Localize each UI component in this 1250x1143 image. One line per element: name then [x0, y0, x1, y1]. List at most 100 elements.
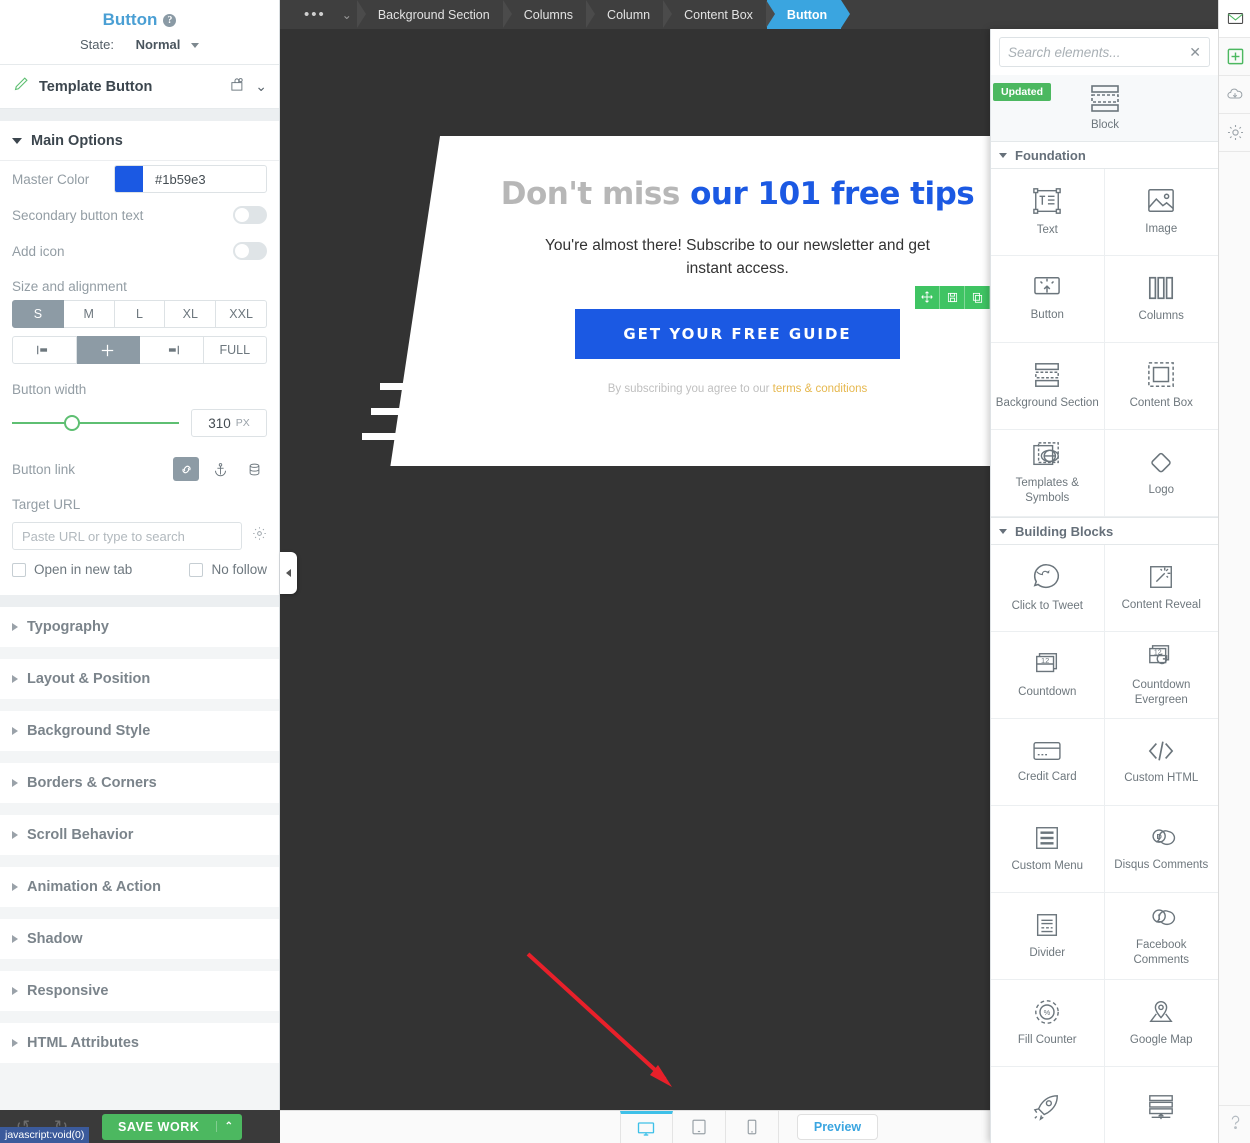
element-tile-content-box[interactable]: Content Box	[1104, 343, 1218, 430]
size-option-m[interactable]: M	[63, 300, 115, 328]
link-icon[interactable]	[173, 457, 199, 481]
size-option-xxl[interactable]: XXL	[216, 300, 267, 328]
element-tile-credit-card[interactable]: Credit Card	[991, 719, 1105, 806]
element-tile-facebook-comments[interactable]: f Facebook Comments	[1104, 893, 1218, 980]
template-button-row[interactable]: Template Button ⌄	[0, 65, 279, 109]
size-option-s[interactable]: S	[12, 300, 64, 328]
terms-link[interactable]: terms & conditions	[773, 383, 868, 395]
element-tile-background-section[interactable]: Background Section	[991, 343, 1105, 430]
help-icon[interactable]: ?	[163, 13, 177, 27]
move-icon[interactable]	[915, 285, 940, 309]
group-header-building-blocks[interactable]: Building Blocks	[991, 517, 1218, 545]
align-full-button[interactable]: FULL	[203, 336, 267, 364]
slider-handle[interactable]	[64, 415, 80, 431]
chevron-down-icon[interactable]: ⌄	[255, 78, 267, 95]
element-tile-templates-symbols[interactable]: Templates & Symbols	[991, 430, 1105, 517]
breadcrumb-item-columns[interactable]: Columns	[502, 0, 587, 29]
gear-icon[interactable]	[252, 526, 267, 546]
open-new-tab-checkbox[interactable]: Open in new tab	[12, 562, 132, 577]
size-option-l[interactable]: L	[114, 300, 166, 328]
search-input[interactable]	[1008, 44, 1190, 60]
element-tile-divider[interactable]: Divider	[991, 893, 1105, 980]
element-tile-disqus-comments[interactable]: D Disqus Comments	[1104, 806, 1218, 893]
tablet-icon[interactable]	[673, 1110, 726, 1143]
element-tile-countdown[interactable]: 12 Countdown	[991, 632, 1105, 719]
breadcrumb-chevron-down-icon[interactable]: ⌄	[336, 8, 358, 22]
mobile-icon[interactable]	[726, 1110, 779, 1143]
state-value[interactable]: Normal	[136, 37, 181, 52]
anchor-icon[interactable]	[207, 457, 233, 481]
mail-icon[interactable]	[1219, 0, 1250, 38]
plus-icon[interactable]	[1219, 38, 1250, 76]
element-tile-label: Countdown	[1018, 686, 1077, 699]
button-width-value: 310	[208, 415, 231, 431]
element-tile-logo[interactable]: Logo	[1104, 430, 1218, 517]
chevron-down-icon[interactable]	[191, 43, 199, 49]
section-responsive[interactable]: Responsive	[0, 971, 279, 1011]
secondary-button-text-toggle[interactable]	[233, 206, 267, 224]
fineprint: By subscribing you agree to our terms & …	[460, 383, 1015, 395]
element-tile-columns[interactable]: Columns	[1104, 256, 1218, 343]
color-swatch[interactable]	[115, 166, 143, 192]
save-work-button[interactable]: SAVE WORK ⌃	[102, 1113, 242, 1140]
target-url-input[interactable]	[12, 522, 242, 550]
breadcrumb-item-button[interactable]: Button	[765, 0, 851, 29]
element-tile-countdown-evergreen[interactable]: 12 Countdown Evergreen	[1104, 632, 1218, 719]
breadcrumb-item-content-box[interactable]: Content Box	[663, 0, 767, 29]
align-right-button[interactable]	[140, 336, 204, 364]
section-html-attributes[interactable]: HTML Attributes	[0, 1023, 279, 1063]
element-tile-label: Custom HTML	[1124, 772, 1199, 785]
facebook-comments-icon: f	[1146, 905, 1176, 931]
database-icon[interactable]	[241, 457, 267, 481]
section-layout-position[interactable]: Layout & Position	[0, 659, 279, 699]
desktop-icon[interactable]	[619, 1110, 673, 1143]
master-color-field[interactable]: #1b59e3	[114, 165, 267, 193]
element-tile-content-reveal[interactable]: Content Reveal	[1104, 545, 1218, 632]
size-alignment-label: Size and alignment	[12, 279, 127, 294]
cta-button[interactable]: GET YOUR FREE GUIDE	[575, 308, 900, 359]
add-icon-toggle[interactable]	[233, 242, 267, 260]
chevron-up-icon[interactable]: ⌃	[215, 1121, 242, 1132]
cloud-download-icon[interactable]	[1219, 76, 1250, 114]
element-tile-google-map[interactable]: Google Map	[1104, 980, 1218, 1067]
section-shadow[interactable]: Shadow	[0, 919, 279, 959]
element-tile-block[interactable]: Block	[1049, 83, 1161, 131]
element-tile-button[interactable]: Button	[991, 256, 1105, 343]
section-background-style[interactable]: Background Style	[0, 711, 279, 751]
breadcrumb-item-column[interactable]: Column	[586, 0, 664, 29]
help-icon[interactable]	[1219, 1105, 1250, 1139]
align-left-button[interactable]	[12, 336, 77, 364]
no-follow-checkbox[interactable]: No follow	[189, 562, 267, 577]
element-tile-image[interactable]: Image	[1104, 169, 1218, 256]
section-scroll-behavior[interactable]: Scroll Behavior	[0, 815, 279, 855]
triangle-right-icon	[12, 883, 18, 891]
breadcrumb-item-background-section[interactable]: Background Section	[356, 0, 504, 29]
gear-icon[interactable]	[1219, 114, 1250, 152]
button-width-field[interactable]: 310 PX	[191, 409, 267, 437]
breadcrumb-more-icon[interactable]: •••	[294, 6, 336, 23]
element-tile-fill-counter[interactable]: % Fill Counter	[991, 980, 1105, 1067]
left-settings-panel: Button ? State: Normal Template Button ⌄…	[0, 0, 280, 1110]
save-icon[interactable]	[940, 285, 965, 309]
align-center-button[interactable]	[76, 336, 140, 364]
group-header-foundation[interactable]: Foundation	[991, 141, 1218, 169]
element-tile-click-to-tweet[interactable]: Click to Tweet	[991, 545, 1105, 632]
alignment-button-group: FULL	[12, 336, 267, 364]
element-tile-rocket-icon[interactable]	[991, 1067, 1105, 1143]
size-option-xl[interactable]: XL	[165, 300, 217, 328]
duplicate-icon[interactable]	[965, 285, 990, 309]
section-borders-corners[interactable]: Borders & Corners	[0, 763, 279, 803]
preview-button[interactable]: Preview	[796, 1114, 879, 1140]
close-icon[interactable]: ✕	[1189, 44, 1201, 61]
section-main-options[interactable]: Main Options	[0, 121, 279, 161]
width-slider[interactable]	[12, 415, 179, 431]
stamp-icon[interactable]	[230, 77, 245, 97]
section-animation-action[interactable]: Animation & Action	[0, 867, 279, 907]
search-box[interactable]: ✕	[999, 37, 1210, 67]
section-typography[interactable]: Typography	[0, 607, 279, 647]
element-tile-text[interactable]: Text	[991, 169, 1105, 256]
element-tile-custom-html[interactable]: Custom HTML	[1104, 719, 1218, 806]
element-tile-stack-icon[interactable]	[1104, 1067, 1218, 1143]
panel-collapse-handle[interactable]	[280, 552, 297, 594]
element-tile-custom-menu[interactable]: Custom Menu	[991, 806, 1105, 893]
